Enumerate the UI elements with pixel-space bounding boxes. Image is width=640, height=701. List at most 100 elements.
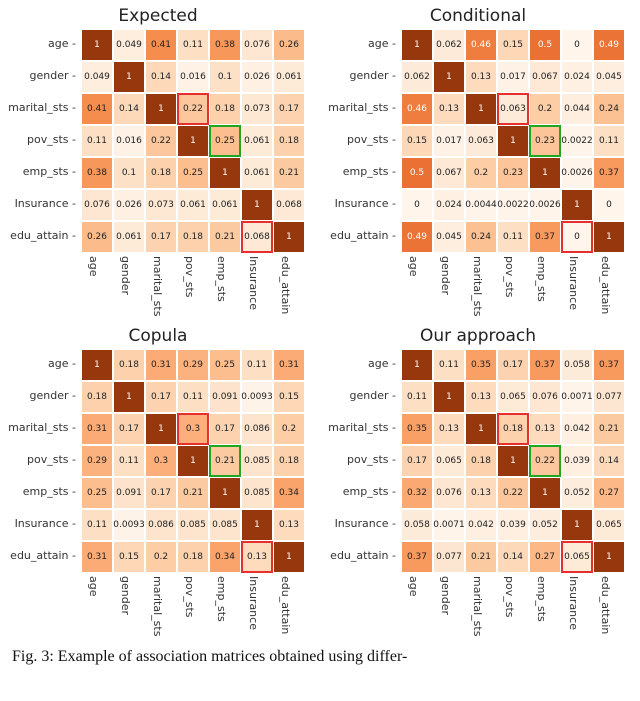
heatmap-panel: Copulaage -gender -marital_sts -pov_sts …: [4, 326, 312, 642]
heatmap-cell: 0.016: [113, 125, 145, 157]
heatmap-cell: 1: [241, 509, 273, 541]
heatmap-cell: 1: [497, 125, 529, 157]
heatmap-cell: 0.061: [241, 125, 273, 157]
heatmap: 10.0490.410.110.380.0760.260.04910.140.0…: [80, 28, 306, 254]
panel-title: Our approach: [324, 326, 632, 346]
heatmap-cell: 0: [561, 221, 593, 253]
heatmap-cell: 1: [209, 157, 241, 189]
heatmap-cell: 0.063: [497, 93, 529, 125]
heatmap-cell: 0.13: [433, 413, 465, 445]
heatmap-cell: 0.061: [273, 61, 305, 93]
x-axis-label: Insurance: [240, 574, 272, 642]
heatmap-cell: 0.18: [209, 93, 241, 125]
heatmap-cell: 0.27: [593, 477, 625, 509]
heatmap-cell: 0.26: [81, 221, 113, 253]
heatmap-cell: 1: [465, 93, 497, 125]
heatmap-cell: 1: [113, 61, 145, 93]
heatmap-cell: 0.061: [113, 221, 145, 253]
heatmap-cell: 0.052: [529, 509, 561, 541]
heatmap-cell: 0: [593, 189, 625, 221]
y-axis-label: Insurance -: [324, 188, 400, 220]
heatmap-cell: 0.024: [561, 61, 593, 93]
heatmap-cell: 0.17: [209, 413, 241, 445]
heatmap-cell: 0.11: [497, 221, 529, 253]
x-axis-label: age: [80, 574, 112, 642]
heatmap-cell: 0.044: [561, 93, 593, 125]
y-axis-label: marital_sts -: [324, 92, 400, 124]
x-axis-label: emp_sts: [528, 254, 560, 322]
heatmap-cell: 0.13: [529, 413, 561, 445]
heatmap-cell: 0.065: [561, 541, 593, 573]
heatmap-cell: 0.15: [401, 125, 433, 157]
heatmap-cell: 0.086: [145, 509, 177, 541]
x-axis-label: age: [400, 254, 432, 322]
heatmap-cell: 1: [401, 349, 433, 381]
heatmap-cell: 0.0093: [113, 509, 145, 541]
x-axis-label: marital_sts: [464, 574, 496, 642]
heatmap-cell: 0.039: [497, 509, 529, 541]
heatmap: 10.0620.460.150.500.490.06210.130.0170.0…: [400, 28, 626, 254]
heatmap-cell: 0.25: [209, 349, 241, 381]
heatmap-cell: 0.37: [529, 221, 561, 253]
heatmap-cell: 0.18: [81, 381, 113, 413]
y-axis-label: edu_attain -: [4, 220, 80, 252]
heatmap-cell: 0.31: [81, 541, 113, 573]
heatmap-cell: 1: [401, 29, 433, 61]
heatmap-cell: 0.37: [401, 541, 433, 573]
heatmap-cell: 0.042: [561, 413, 593, 445]
heatmap-cell: 0.23: [529, 125, 561, 157]
heatmap-cell: 0.17: [497, 349, 529, 381]
heatmap-cell: 0.35: [401, 413, 433, 445]
figure-caption: Fig. 3: Example of association matrices …: [12, 648, 628, 666]
heatmap-cell: 1: [465, 413, 497, 445]
heatmap-cell: 1: [529, 157, 561, 189]
y-axis-label: Insurance -: [324, 508, 400, 540]
panel-title: Expected: [4, 6, 312, 26]
heatmap-cell: 0.18: [145, 157, 177, 189]
heatmap-cell: 0.065: [433, 445, 465, 477]
y-axis-label: emp_sts -: [324, 476, 400, 508]
heatmap-cell: 0.13: [465, 477, 497, 509]
heatmap-cell: 0.26: [273, 29, 305, 61]
heatmap-cell: 0.067: [529, 61, 561, 93]
heatmap-cell: 0.46: [401, 93, 433, 125]
heatmap-cell: 0.067: [433, 157, 465, 189]
y-axis-label: gender -: [4, 380, 80, 412]
heatmap-cell: 0.24: [593, 93, 625, 125]
heatmap-cell: 0.13: [465, 61, 497, 93]
heatmap-cell: 0.38: [209, 29, 241, 61]
heatmap-grid: Expectedage -gender -marital_sts -pov_st…: [4, 6, 636, 642]
heatmap-cell: 1: [433, 61, 465, 93]
heatmap-cell: 0.1: [209, 61, 241, 93]
x-axis-label: age: [80, 254, 112, 322]
x-axis-label: gender: [432, 574, 464, 642]
y-axis-label: Insurance -: [4, 508, 80, 540]
heatmap-cell: 0.2: [465, 157, 497, 189]
heatmap-cell: 0.077: [433, 541, 465, 573]
heatmap-cell: 0.052: [561, 477, 593, 509]
heatmap-cell: 1: [529, 477, 561, 509]
heatmap-cell: 0.5: [401, 157, 433, 189]
heatmap-cell: 1: [593, 221, 625, 253]
heatmap-cell: 0.32: [401, 477, 433, 509]
heatmap-cell: 0.045: [433, 221, 465, 253]
x-axis-label: edu_attain: [592, 574, 624, 642]
heatmap-cell: 0.0093: [241, 381, 273, 413]
heatmap-cell: 0: [401, 189, 433, 221]
heatmap-cell: 0.24: [465, 221, 497, 253]
heatmap-cell: 0.18: [497, 413, 529, 445]
heatmap-cell: 1: [81, 349, 113, 381]
heatmap-panel: Our approachage -gender -marital_sts -po…: [324, 326, 632, 642]
heatmap-cell: 0.17: [113, 413, 145, 445]
heatmap-cell: 0.039: [561, 445, 593, 477]
y-axis-label: edu_attain -: [324, 220, 400, 252]
heatmap-cell: 0.14: [497, 541, 529, 573]
heatmap-cell: 0.37: [529, 349, 561, 381]
heatmap-cell: 1: [145, 93, 177, 125]
heatmap-cell: 1: [497, 445, 529, 477]
heatmap-cell: 0.22: [177, 93, 209, 125]
heatmap-cell: 0.2: [145, 541, 177, 573]
y-axis-label: marital_sts -: [4, 412, 80, 444]
x-axis-label: Insurance: [560, 254, 592, 322]
heatmap-cell: 0.045: [593, 61, 625, 93]
